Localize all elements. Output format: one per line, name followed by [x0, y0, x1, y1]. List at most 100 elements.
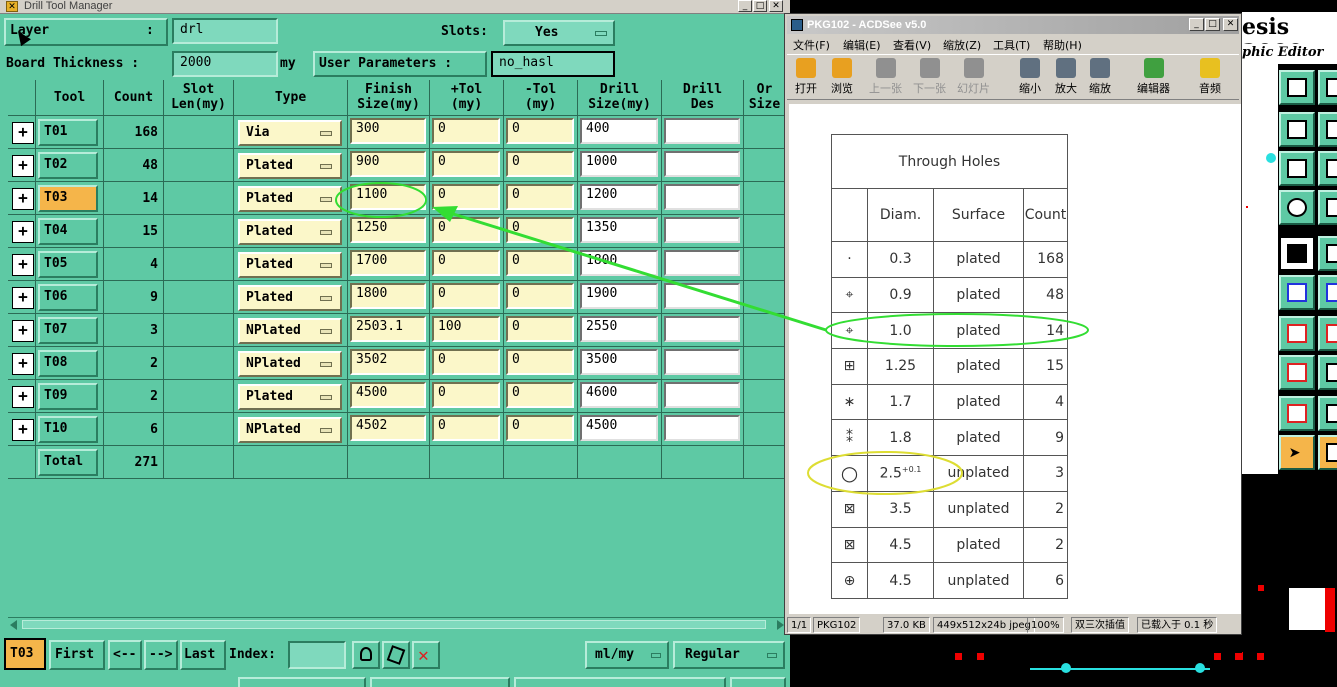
horizontal-scrollbar[interactable] [8, 617, 786, 631]
expand-row-icon[interactable]: + [12, 221, 34, 243]
expand-row-icon[interactable]: + [12, 188, 34, 210]
board-thickness-field[interactable]: 2000 [172, 51, 278, 77]
expand-row-icon[interactable]: + [12, 419, 34, 441]
column-header[interactable]: Drill Des [662, 80, 744, 116]
drill-designator-field[interactable] [664, 151, 740, 177]
toolbar-button[interactable]: 上一张 [869, 58, 902, 96]
expand-row-icon[interactable]: + [12, 386, 34, 408]
finish-size-field[interactable]: 2503.1 [350, 316, 426, 342]
tool-button[interactable]: T01 [38, 119, 98, 146]
mode-select[interactable]: Regular [673, 641, 785, 669]
tool-button[interactable]: T10 [38, 416, 98, 443]
drill-size-field[interactable]: 2550 [580, 316, 658, 342]
plus-tolerance-field[interactable]: 0 [432, 151, 500, 177]
type-select[interactable]: Plated [238, 384, 342, 410]
drill-size-field[interactable]: 4600 [580, 382, 658, 408]
drill-designator-field[interactable] [664, 118, 740, 144]
toolbar-button[interactable]: 编辑器 [1137, 58, 1170, 96]
search-icon[interactable] [352, 641, 380, 669]
expand-row-icon[interactable]: + [12, 122, 34, 144]
expand-row-icon[interactable]: + [12, 155, 34, 177]
plus-tolerance-field[interactable]: 0 [432, 184, 500, 210]
drill-size-field[interactable]: 4500 [580, 415, 658, 441]
action-button[interactable] [238, 677, 366, 687]
close-button[interactable]: ✕ [1223, 18, 1238, 31]
action-button[interactable] [370, 677, 510, 687]
user-parameters-field[interactable]: no_hasl [491, 51, 615, 77]
user-parameters-button[interactable]: User Parameters : [313, 51, 487, 77]
tool-icon[interactable] [1318, 435, 1337, 470]
tool-icon[interactable] [1318, 236, 1337, 271]
tool-button[interactable]: T02 [38, 152, 98, 179]
scroll-left-icon[interactable] [10, 620, 17, 630]
layer-button[interactable]: Layer : [4, 18, 168, 46]
tool-icon[interactable] [1279, 190, 1315, 225]
refresh-icon[interactable] [382, 641, 410, 669]
column-header[interactable]: Type [234, 80, 348, 116]
finish-size-field[interactable]: 300 [350, 118, 426, 144]
column-header[interactable]: Finish Size(my) [348, 80, 430, 116]
toolbar-button[interactable]: 音频 [1199, 58, 1221, 96]
last-button[interactable]: Last [180, 640, 226, 670]
expand-row-icon[interactable]: + [12, 287, 34, 309]
type-select[interactable]: Via [238, 120, 342, 146]
tool-icon[interactable] [1279, 355, 1315, 390]
minus-tolerance-field[interactable]: 0 [506, 349, 574, 375]
tool-icon[interactable] [1318, 112, 1337, 147]
plus-tolerance-field[interactable]: 0 [432, 349, 500, 375]
drill-designator-field[interactable] [664, 184, 740, 210]
finish-size-field[interactable]: 4502 [350, 415, 426, 441]
menu-item[interactable]: 帮助(H) [1043, 37, 1082, 53]
drill-size-field[interactable]: 1000 [580, 151, 658, 177]
expand-row-icon[interactable]: + [12, 353, 34, 375]
prev-button[interactable]: <-- [108, 640, 142, 670]
menu-item[interactable]: 工具(T) [993, 37, 1030, 53]
drill-size-field[interactable]: 1350 [580, 217, 658, 243]
plus-tolerance-field[interactable]: 0 [432, 415, 500, 441]
tool-icon[interactable] [1279, 236, 1315, 271]
drill-designator-field[interactable] [664, 316, 740, 342]
drill-designator-field[interactable] [664, 382, 740, 408]
index-field[interactable] [288, 641, 346, 669]
menu-item[interactable]: 文件(F) [793, 37, 830, 53]
type-select[interactable]: NPlated [238, 318, 342, 344]
finish-size-field[interactable]: 900 [350, 151, 426, 177]
tool-icon[interactable] [1279, 316, 1315, 351]
tool-icon[interactable] [1279, 396, 1315, 431]
minus-tolerance-field[interactable]: 0 [506, 118, 574, 144]
layer-field[interactable]: drl [172, 18, 278, 44]
toolbar-button[interactable]: 放大 [1055, 58, 1077, 96]
column-header[interactable]: Or Size [744, 80, 786, 116]
delete-icon[interactable]: ✕ [412, 641, 440, 669]
image-view[interactable]: Through Holes Diam. Surface Count · 0.3 plate… [789, 104, 1241, 614]
type-select[interactable]: NPlated [238, 417, 342, 443]
tool-icon[interactable] [1279, 70, 1315, 105]
tool-icon[interactable] [1318, 190, 1337, 225]
tool-button[interactable]: T08 [38, 350, 98, 377]
type-select[interactable]: Plated [238, 186, 342, 212]
finish-size-field[interactable]: 1700 [350, 250, 426, 276]
toolbar-button[interactable]: 缩放 [1089, 58, 1111, 96]
maximize-button[interactable]: □ [753, 0, 767, 12]
type-select[interactable]: Plated [238, 219, 342, 245]
minus-tolerance-field[interactable]: 0 [506, 316, 574, 342]
finish-size-field[interactable]: 1100 [350, 184, 426, 210]
toolbar-button[interactable]: 缩小 [1019, 58, 1041, 96]
drill-size-field[interactable]: 1900 [580, 283, 658, 309]
tool-button[interactable]: T03 [38, 185, 98, 212]
minus-tolerance-field[interactable]: 0 [506, 217, 574, 243]
column-header[interactable]: Tool [36, 80, 104, 116]
minus-tolerance-field[interactable]: 0 [506, 151, 574, 177]
pointer-tool-icon[interactable]: ➤ [1279, 435, 1315, 470]
finish-size-field[interactable]: 3502 [350, 349, 426, 375]
maximize-button[interactable]: □ [1205, 18, 1220, 31]
next-button[interactable]: --> [144, 640, 178, 670]
drill-designator-field[interactable] [664, 283, 740, 309]
tool-button[interactable]: T07 [38, 317, 98, 344]
tool-icon[interactable] [1279, 275, 1315, 310]
drill-designator-field[interactable] [664, 349, 740, 375]
minus-tolerance-field[interactable]: 0 [506, 415, 574, 441]
menu-item[interactable]: 编辑(E) [843, 37, 881, 53]
finish-size-field[interactable]: 1250 [350, 217, 426, 243]
tool-icon[interactable] [1279, 151, 1315, 186]
